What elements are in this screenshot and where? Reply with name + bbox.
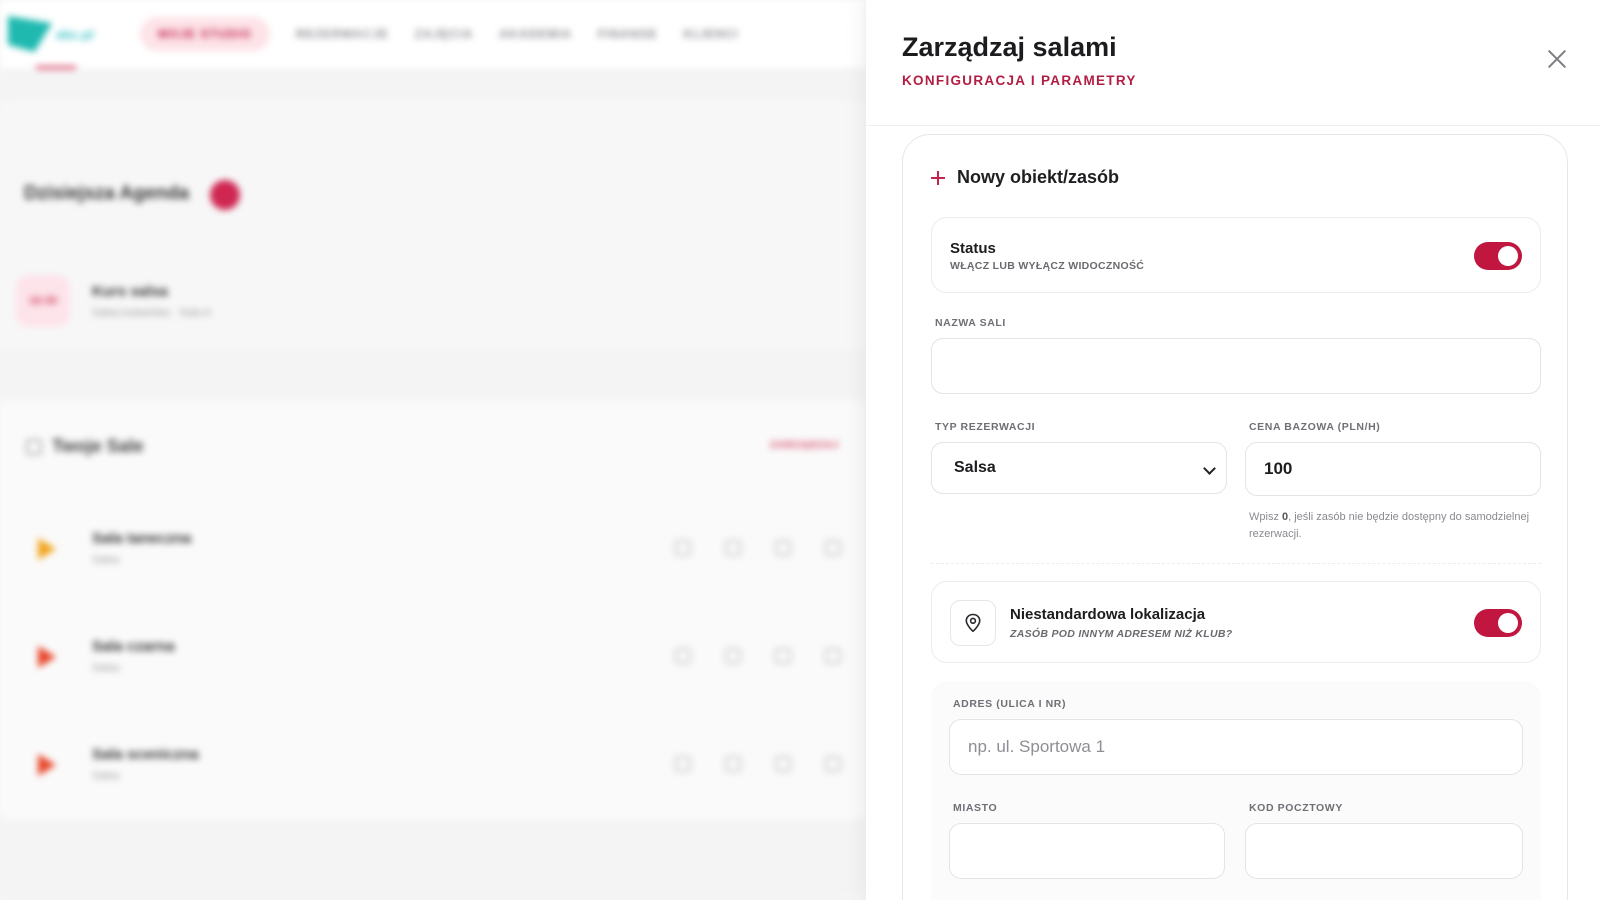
- hall-row[interactable]: Sala czarna Salsa: [20, 630, 866, 690]
- hall-action-icon[interactable]: [825, 756, 841, 772]
- custom-location-title: Niestandardowa lokalizacja: [1010, 606, 1206, 623]
- hall-sub: Salsa: [92, 770, 120, 782]
- base-price-label: CENA BAZOWA (PLN/H): [1249, 421, 1381, 433]
- city-label: MIASTO: [953, 802, 998, 814]
- halls-icon: [26, 438, 42, 455]
- agenda-item-name: Kurs salsa: [92, 283, 168, 300]
- address-input[interactable]: [949, 719, 1523, 775]
- address-label: ADRES (ULICA I NR): [953, 698, 1067, 710]
- agenda-item-time: 16:30: [16, 275, 70, 327]
- halls-title: Twoje Sale: [26, 436, 144, 457]
- nav-item-academy[interactable]: AKADEMIA: [499, 27, 572, 41]
- nav-item-finance[interactable]: FINANSE: [598, 27, 658, 41]
- status-subtitle: WŁĄCZ LUB WYŁĄCZ WIDOCZNOŚĆ: [950, 260, 1145, 272]
- agenda-item-sub: Salsa kubańska · Sala A: [92, 307, 212, 319]
- custom-location-subtitle: ZASÓB POD INNYM ADRESEM NIŻ KLUB?: [1010, 628, 1233, 640]
- hall-action-icon[interactable]: [725, 540, 741, 556]
- hall-actions: [675, 648, 841, 664]
- hint-text-pre: Wpisz: [1249, 511, 1282, 523]
- hall-sub: Salsa: [92, 662, 120, 674]
- hall-icon: [38, 754, 56, 776]
- hall-row[interactable]: Sala sceniczna Salsa: [20, 738, 866, 798]
- toggle-knob: [1498, 246, 1518, 266]
- logo: abc.pl: [8, 14, 108, 54]
- nav-underline: [36, 66, 76, 69]
- close-icon[interactable]: [1544, 46, 1570, 72]
- hall-action-icon[interactable]: [825, 540, 841, 556]
- hall-action-icon[interactable]: [675, 648, 691, 664]
- form-title: Nowy obiekt/zasób: [957, 167, 1120, 187]
- nav-item-reservations[interactable]: REZERWACJE: [296, 27, 389, 41]
- drawer-header: Zarządzaj salami KONFIGURACJA I PARAMETR…: [866, 0, 1600, 126]
- hall-action-icon[interactable]: [775, 540, 791, 556]
- base-price-input[interactable]: [1245, 442, 1541, 496]
- hall-name: Sala czarna: [92, 638, 175, 655]
- base-price-hint: Wpisz 0, jeśli zasób nie będzie dostępny…: [1249, 509, 1549, 543]
- hall-action-icon[interactable]: [825, 648, 841, 664]
- hall-row[interactable]: Sala taneczna Salsa: [20, 522, 866, 582]
- logo-text: abc.pl: [56, 26, 94, 42]
- agenda-title: Dzisiejsza Agenda: [24, 183, 190, 204]
- hall-action-icon[interactable]: [675, 540, 691, 556]
- hall-name: Sala taneczna: [92, 530, 192, 547]
- toggle-knob: [1498, 613, 1518, 633]
- map-pin-icon: [965, 613, 981, 633]
- halls-manage-link[interactable]: ZARZĄDZAJ: [770, 440, 839, 451]
- agenda-item[interactable]: 16:30 Kurs salsa Salsa kubańska · Sala A: [16, 273, 866, 333]
- background-app: abc.pl MOJE STUDIO REZERWACJE ZAJĘCIA AK…: [0, 0, 866, 900]
- hall-action-icon[interactable]: [775, 756, 791, 772]
- chevron-down-icon: [1203, 462, 1216, 475]
- status-toggle-row: Status WŁĄCZ LUB WYŁĄCZ WIDOCZNOŚĆ: [931, 217, 1541, 293]
- agenda-count-badge: [210, 180, 240, 210]
- hall-action-icon[interactable]: [675, 756, 691, 772]
- hall-icon: [38, 538, 56, 560]
- hall-sub: Salsa: [92, 554, 120, 566]
- new-resource-form: Nowy obiekt/zasób Status WŁĄCZ LUB WYŁĄC…: [902, 134, 1568, 900]
- nav-item-clients[interactable]: KLIENCI: [684, 27, 739, 41]
- hall-action-icon[interactable]: [725, 756, 741, 772]
- location-icon-box: [950, 600, 996, 646]
- custom-location-toggle[interactable]: [1474, 609, 1522, 637]
- city-input[interactable]: [949, 823, 1225, 879]
- logo-mark: [8, 16, 52, 52]
- hall-name-label: NAZWA SALI: [935, 317, 1006, 329]
- hall-action-icon[interactable]: [775, 648, 791, 664]
- status-title: Status: [950, 240, 996, 257]
- hall-action-icon[interactable]: [725, 648, 741, 664]
- hall-name: Sala sceniczna: [92, 746, 199, 763]
- form-header: Nowy obiekt/zasób: [931, 167, 1119, 188]
- postal-code-label: KOD POCZTOWY: [1249, 802, 1343, 814]
- hall-actions: [675, 756, 841, 772]
- postal-code-input[interactable]: [1245, 823, 1523, 879]
- top-navigation: abc.pl MOJE STUDIO REZERWACJE ZAJĘCIA AK…: [0, 0, 866, 68]
- manage-halls-drawer: Zarządzaj salami KONFIGURACJA I PARAMETR…: [866, 0, 1600, 900]
- reservation-type-select[interactable]: Salsa: [931, 442, 1227, 494]
- custom-location-row: Niestandardowa lokalizacja ZASÓB POD INN…: [931, 581, 1541, 663]
- drawer-title: Zarządzaj salami: [902, 32, 1117, 62]
- hall-icon: [38, 646, 56, 668]
- section-divider: [931, 563, 1541, 564]
- plus-icon: [931, 170, 945, 185]
- hint-text-post: , jeśli zasób nie będzie dostępny do sam…: [1249, 511, 1530, 540]
- nav-item-classes[interactable]: ZAJĘCIA: [415, 27, 473, 41]
- reservation-type-label: TYP REZERWACJI: [935, 421, 1036, 433]
- drawer-subtitle: KONFIGURACJA I PARAMETRY: [902, 73, 1137, 88]
- nav-item-studio[interactable]: MOJE STUDIO: [140, 17, 270, 51]
- hall-actions: [675, 540, 841, 556]
- hall-name-input[interactable]: [931, 338, 1541, 394]
- halls-title-text: Twoje Sale: [52, 436, 144, 456]
- reservation-type-value: Salsa: [954, 459, 996, 476]
- status-toggle[interactable]: [1474, 242, 1522, 270]
